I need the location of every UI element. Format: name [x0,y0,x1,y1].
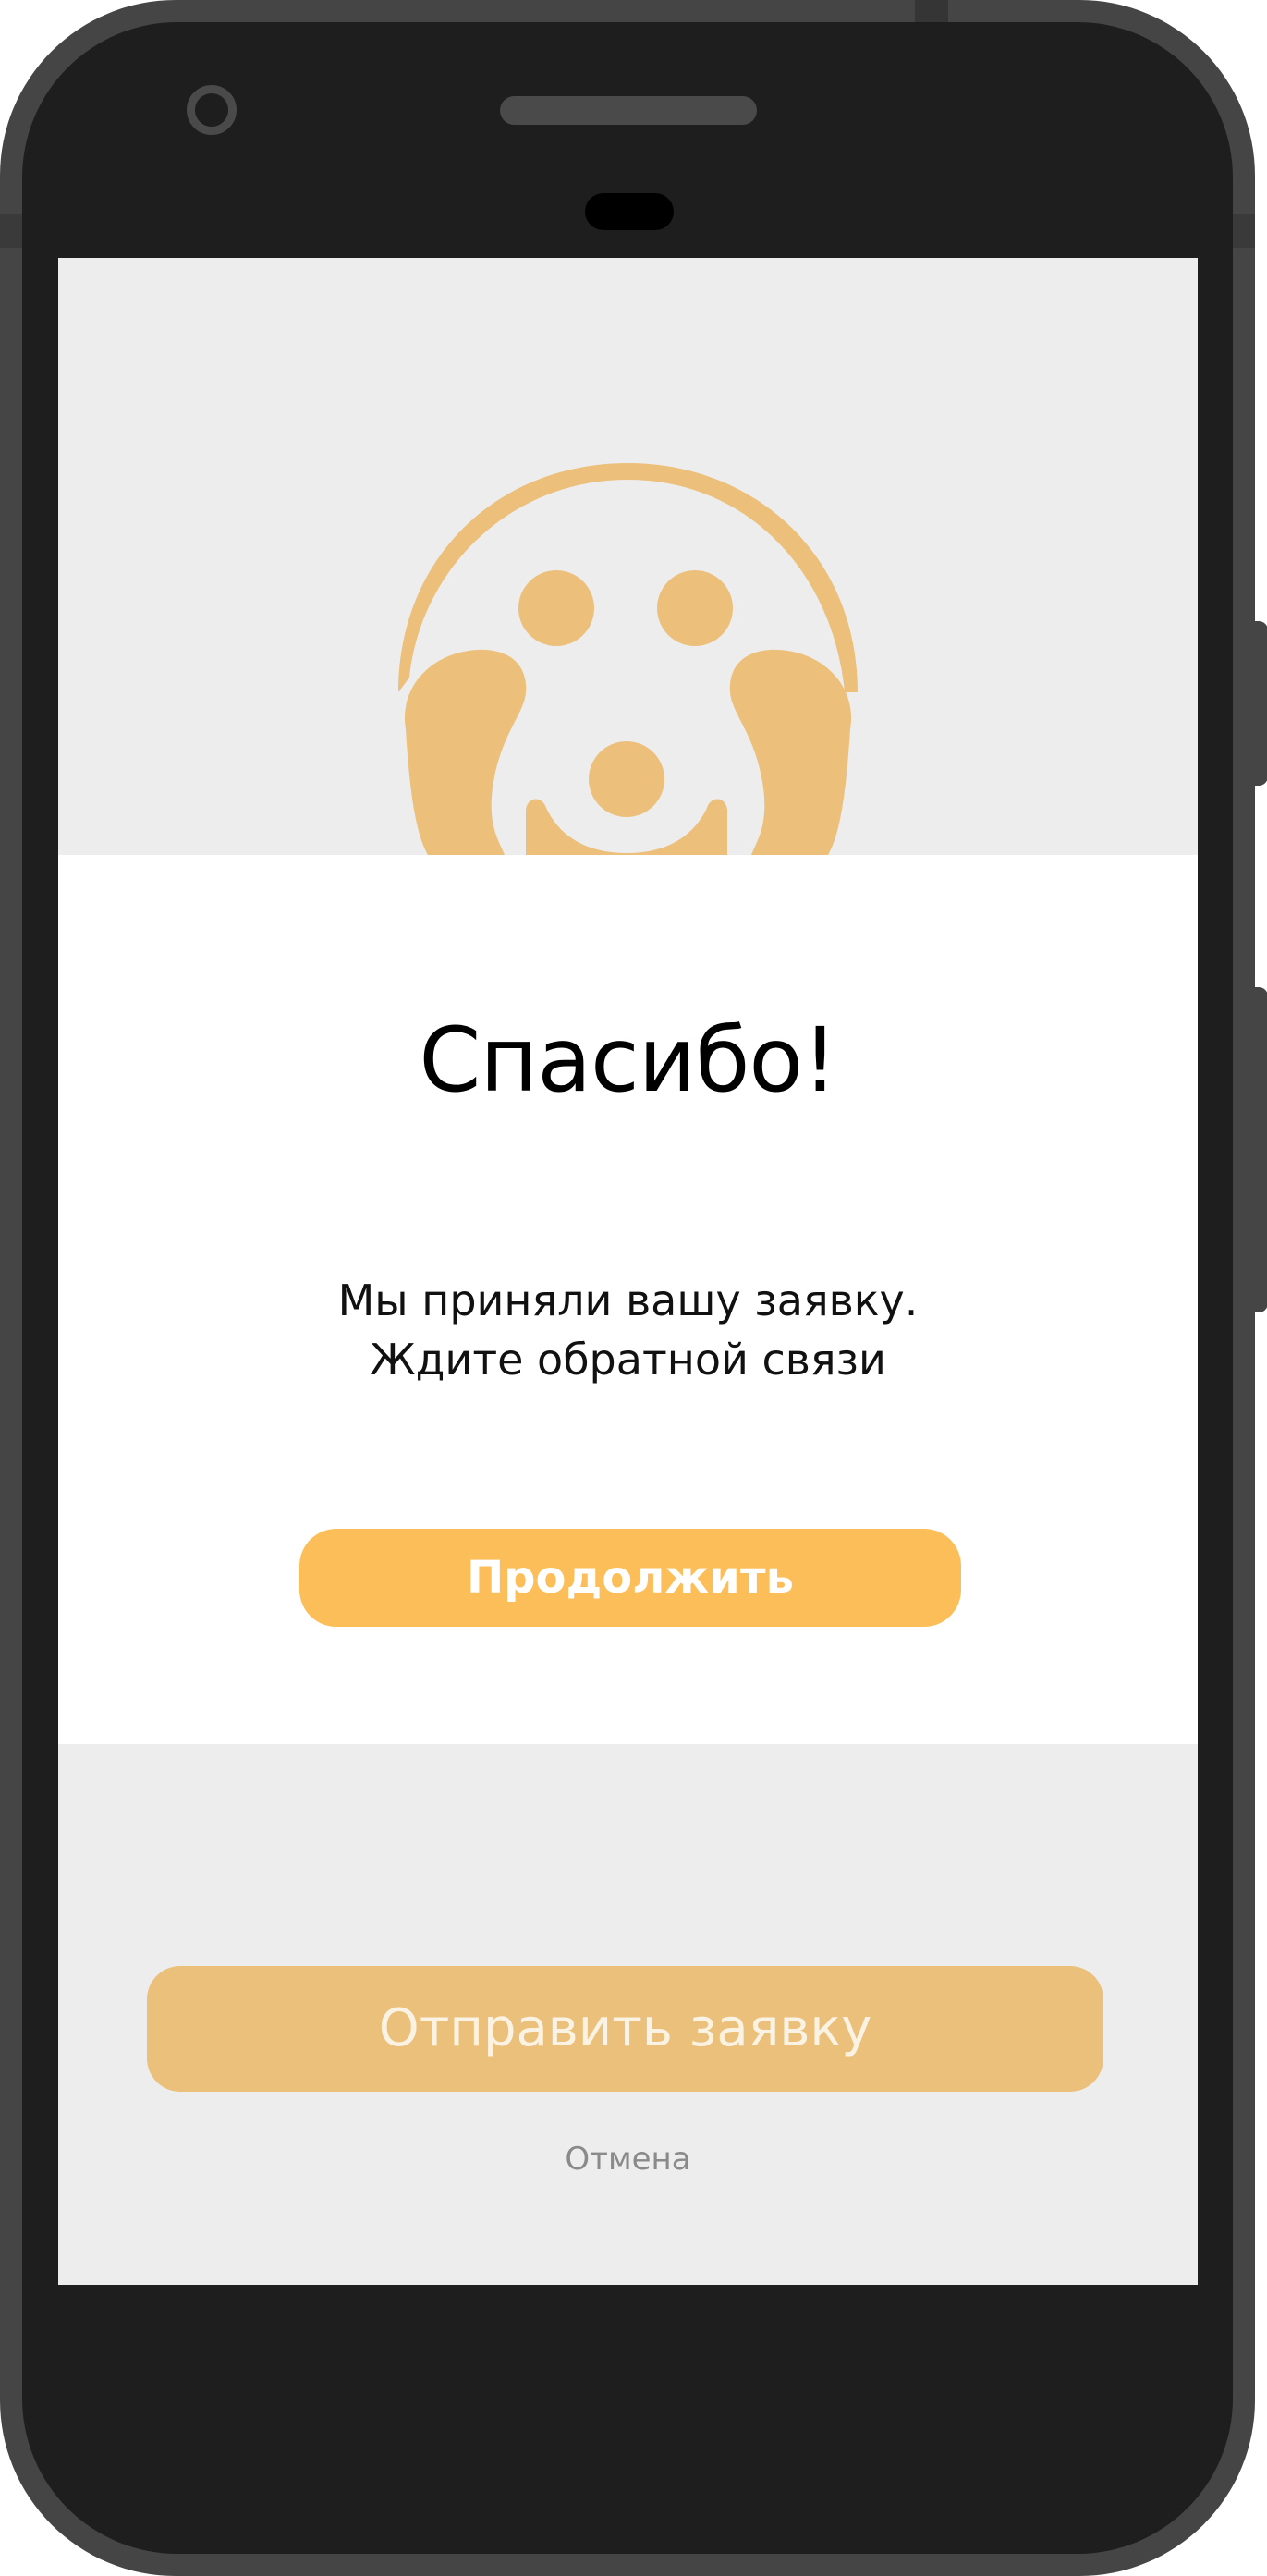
cancel-link[interactable]: Отмена [58,2136,1198,2182]
power-button [1253,621,1267,786]
submit-request-button[interactable]: Отправить заявку [147,1966,1103,2092]
dialog-title: Спасибо! [419,1008,837,1112]
dialog-message-line-2: Ждите обратной связи [370,1335,886,1385]
phone-antenna-line [915,0,948,22]
app-screen: Спасибо! Мы приняли вашу заявку. Ждите о… [58,258,1198,2285]
front-camera [187,85,237,135]
proximity-sensor [585,193,674,230]
phone-antenna-band-left [0,214,22,248]
dog-face-icon [398,463,858,855]
dialog-message: Мы приняли вашу заявку. Ждите обратной с… [58,1271,1198,1389]
phone-frame: Спасибо! Мы приняли вашу заявку. Ждите о… [0,0,1267,2576]
dialog-message-line-1: Мы приняли вашу заявку. [337,1276,919,1325]
volume-button [1253,987,1267,1312]
phone-antenna-band-right [1233,214,1255,248]
success-dialog: Спасибо! Мы приняли вашу заявку. Ждите о… [58,855,1198,1744]
earpiece-speaker [500,96,757,125]
continue-button[interactable]: Продолжить [299,1529,961,1627]
